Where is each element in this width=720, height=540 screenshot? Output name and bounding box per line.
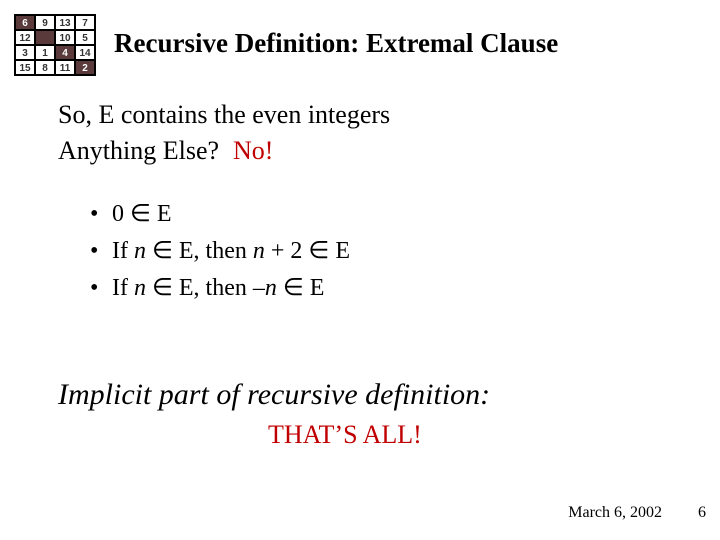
- grid-cell: 1: [35, 45, 55, 60]
- text-fragment: + 2 ∈ E: [265, 238, 350, 264]
- bullet-item: • If n ∈ E, then –n ∈ E: [90, 270, 350, 307]
- implicit-line: Implicit part of recursive definition:: [58, 378, 490, 412]
- grid-cell: 15: [15, 60, 35, 75]
- bullet-marker: •: [90, 270, 112, 307]
- grid-cell: 5: [75, 30, 95, 45]
- bullet-marker: •: [90, 233, 112, 270]
- thats-all-line: THAT’S ALL!: [268, 420, 422, 450]
- puzzle-grid-icon: 691371210531414158112: [14, 14, 96, 76]
- text-fragment: E: [151, 201, 172, 227]
- anything-else-line: Anything Else? No!: [58, 136, 273, 166]
- grid-cell: 10: [55, 30, 75, 45]
- grid-cell: 12: [15, 30, 35, 45]
- grid-cell: 9: [35, 15, 55, 30]
- text-var: n: [265, 275, 277, 301]
- text-var: n: [253, 238, 265, 264]
- bullet-marker: •: [90, 196, 112, 233]
- grid-cell: 11: [55, 60, 75, 75]
- grid-cell: 6: [15, 15, 35, 30]
- bullet-text: If n ∈ E, then –n ∈ E: [112, 270, 324, 307]
- text-fragment: 0: [112, 201, 130, 227]
- text-fragment: ∈ E: [277, 275, 325, 301]
- text-fragment: If: [112, 238, 134, 264]
- grid-cell: 2: [75, 60, 95, 75]
- text-var: n: [134, 275, 146, 301]
- bullet-list: • 0 ∈ E • If n ∈ E, then n + 2 ∈ E • If …: [90, 196, 350, 308]
- text-fragment: ∈ E, then –: [146, 275, 265, 301]
- slide: 691371210531414158112 Recursive Definiti…: [0, 0, 720, 540]
- contains-line: So, E contains the even integers: [58, 100, 390, 130]
- slide-title: Recursive Definition: Extremal Clause: [114, 28, 558, 59]
- grid-cell: 3: [15, 45, 35, 60]
- grid-cell: [35, 30, 55, 45]
- text-fragment: If: [112, 275, 134, 301]
- grid-cell: 7: [75, 15, 95, 30]
- grid-cell: 4: [55, 45, 75, 60]
- footer-date: March 6, 2002: [568, 504, 662, 522]
- anything-else-question: Anything Else?: [58, 136, 219, 166]
- grid-cell: 14: [75, 45, 95, 60]
- text-fragment: ∈: [130, 201, 151, 227]
- grid-cell: 8: [35, 60, 55, 75]
- bullet-item: • 0 ∈ E: [90, 196, 350, 233]
- footer-page-number: 6: [698, 504, 706, 522]
- bullet-item: • If n ∈ E, then n + 2 ∈ E: [90, 233, 350, 270]
- bullet-text: If n ∈ E, then n + 2 ∈ E: [112, 233, 350, 270]
- grid-cell: 13: [55, 15, 75, 30]
- anything-else-answer: No!: [233, 136, 273, 166]
- bullet-text: 0 ∈ E: [112, 196, 172, 233]
- text-fragment: ∈ E, then: [146, 238, 253, 264]
- text-var: n: [134, 238, 146, 264]
